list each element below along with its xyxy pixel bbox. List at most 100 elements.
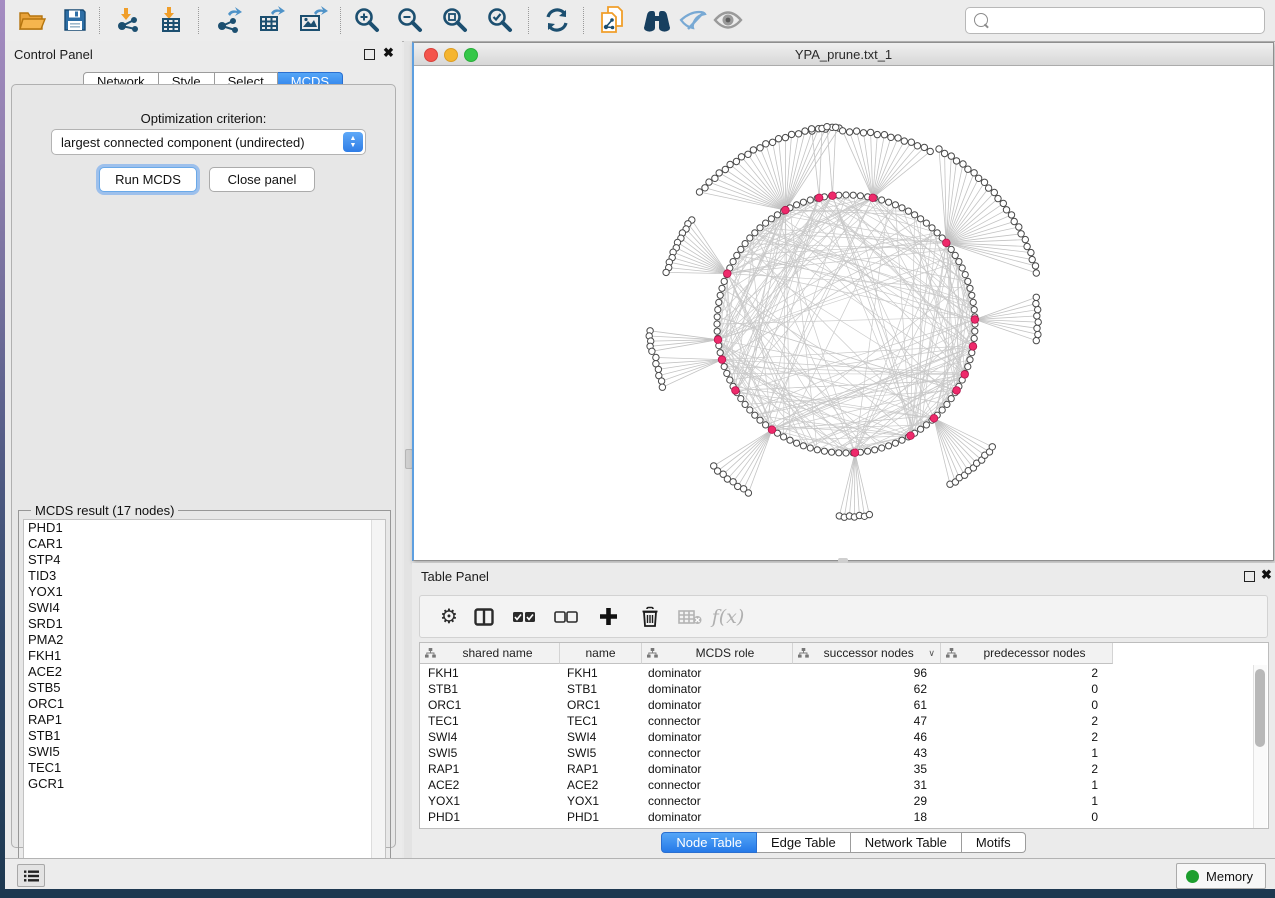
cell-MCDS-role[interactable]: dominator [640, 762, 790, 776]
mcds-list-scrollbar[interactable] [371, 520, 385, 876]
cell-successor-nodes[interactable]: 35 [790, 762, 937, 776]
function-builder-button-disabled[interactable]: f(x) [713, 602, 743, 632]
mcds-result-item[interactable]: CAR1 [24, 536, 385, 552]
mcds-result-list[interactable]: PHD1CAR1STP4TID3YOX1SWI4SRD1PMA2FKH1ACE2… [23, 519, 386, 877]
cell-predecessor-nodes[interactable]: 2 [937, 666, 1108, 680]
cell-shared-name[interactable]: RAP1 [420, 762, 559, 776]
cell-name[interactable]: ORC1 [559, 698, 640, 712]
cell-successor-nodes[interactable]: 18 [790, 810, 937, 824]
cell-shared-name[interactable]: FKH1 [420, 666, 559, 680]
tab-edge-table[interactable]: Edge Table [757, 832, 851, 853]
import-network-button[interactable] [111, 4, 145, 36]
search-input[interactable] [993, 12, 1258, 29]
table-options-button[interactable]: ⚙ [434, 602, 464, 632]
cell-MCDS-role[interactable]: connector [640, 714, 790, 728]
close-table-panel-icon[interactable]: ✖ [1261, 568, 1272, 582]
zoom-out-button[interactable] [393, 4, 427, 36]
show-task-history-button[interactable] [17, 864, 45, 887]
search-field[interactable] [965, 7, 1265, 34]
cell-shared-name[interactable]: SWI5 [420, 746, 559, 760]
cell-MCDS-role[interactable]: dominator [640, 698, 790, 712]
mcds-result-item[interactable]: SWI4 [24, 600, 385, 616]
mcds-result-item[interactable]: STB5 [24, 680, 385, 696]
mcds-result-item[interactable]: STP4 [24, 552, 385, 568]
apply-layout-button[interactable] [540, 4, 574, 36]
hide-selected-button[interactable] [676, 4, 710, 36]
cell-predecessor-nodes[interactable]: 0 [937, 698, 1108, 712]
network-canvas[interactable] [414, 66, 1271, 559]
network-graph[interactable] [414, 66, 1271, 559]
delete-column-button[interactable] [635, 602, 665, 632]
cell-successor-nodes[interactable]: 62 [790, 682, 937, 696]
deselect-all-columns-button[interactable] [551, 602, 581, 632]
table-row[interactable]: ORC1ORC1dominator610 [420, 697, 1268, 713]
cell-MCDS-role[interactable]: dominator [640, 810, 790, 824]
cell-successor-nodes[interactable]: 31 [790, 778, 937, 792]
table-row[interactable]: YOX1YOX1connector291 [420, 793, 1268, 809]
cell-predecessor-nodes[interactable]: 2 [937, 762, 1108, 776]
column-header-MCDS-role[interactable]: MCDS role [642, 643, 793, 664]
zoom-selected-button[interactable] [483, 4, 517, 36]
table-scrollbar[interactable] [1253, 665, 1267, 828]
cell-name[interactable]: STB1 [559, 682, 640, 696]
float-panel-icon[interactable] [364, 49, 375, 60]
cell-shared-name[interactable]: ORC1 [420, 698, 559, 712]
mcds-result-item[interactable]: GCR1 [24, 776, 385, 792]
cell-predecessor-nodes[interactable]: 1 [937, 778, 1108, 792]
column-header-successor-nodes[interactable]: successor nodes∨ [793, 643, 941, 664]
network-view-titlebar[interactable]: YPA_prune.txt_1 [414, 43, 1273, 66]
mcds-result-item[interactable]: RAP1 [24, 712, 385, 728]
run-mcds-button[interactable]: Run MCDS [99, 167, 197, 192]
zoom-fit-button[interactable] [438, 4, 472, 36]
mcds-result-item[interactable]: TID3 [24, 568, 385, 584]
create-column-button[interactable] [593, 602, 623, 632]
cell-successor-nodes[interactable]: 29 [790, 794, 937, 808]
cell-MCDS-role[interactable]: dominator [640, 666, 790, 680]
cell-successor-nodes[interactable]: 61 [790, 698, 937, 712]
cell-shared-name[interactable]: ACE2 [420, 778, 559, 792]
table-row[interactable]: SWI5SWI5connector431 [420, 745, 1268, 761]
mcds-result-item[interactable]: ACE2 [24, 664, 385, 680]
open-file-button[interactable] [15, 4, 49, 36]
table-scrollbar-thumb[interactable] [1255, 669, 1265, 747]
cell-name[interactable]: TEC1 [559, 714, 640, 728]
cell-successor-nodes[interactable]: 43 [790, 746, 937, 760]
cell-name[interactable]: SWI5 [559, 746, 640, 760]
tab-node-table[interactable]: Node Table [661, 832, 757, 853]
mcds-result-item[interactable]: PMA2 [24, 632, 385, 648]
mcds-result-item[interactable]: STB1 [24, 728, 385, 744]
cell-MCDS-role[interactable]: connector [640, 778, 790, 792]
cell-MCDS-role[interactable]: connector [640, 746, 790, 760]
cell-successor-nodes[interactable]: 46 [790, 730, 937, 744]
cell-predecessor-nodes[interactable]: 0 [937, 682, 1108, 696]
column-header-shared-name[interactable]: shared name [420, 643, 560, 664]
clone-network-button[interactable] [595, 4, 629, 36]
show-all-button[interactable] [711, 4, 745, 36]
mcds-result-item[interactable]: SRD1 [24, 616, 385, 632]
table-row[interactable]: FKH1FKH1dominator962 [420, 665, 1268, 681]
tab-motifs[interactable]: Motifs [962, 832, 1026, 853]
cell-MCDS-role[interactable]: dominator [640, 730, 790, 744]
cell-shared-name[interactable]: YOX1 [420, 794, 559, 808]
vertical-splitter[interactable] [404, 41, 412, 858]
delete-table-button-disabled[interactable] [675, 602, 705, 632]
first-neighbors-button[interactable] [640, 4, 674, 36]
cell-shared-name[interactable]: STB1 [420, 682, 559, 696]
optimization-criterion-select[interactable]: largest connected component (undirected)… [51, 129, 366, 155]
cell-successor-nodes[interactable]: 96 [790, 666, 937, 680]
export-network-button[interactable] [211, 4, 245, 36]
cell-name[interactable]: ACE2 [559, 778, 640, 792]
save-session-button[interactable] [58, 4, 92, 36]
cell-predecessor-nodes[interactable]: 1 [937, 746, 1108, 760]
cell-name[interactable]: PHD1 [559, 810, 640, 824]
column-header-name[interactable]: name [560, 643, 642, 664]
cell-MCDS-role[interactable]: dominator [640, 682, 790, 696]
cell-predecessor-nodes[interactable]: 2 [937, 714, 1108, 728]
memory-button[interactable]: Memory [1176, 863, 1266, 889]
table-row[interactable]: ACE2ACE2connector311 [420, 777, 1268, 793]
select-all-columns-button[interactable] [509, 602, 539, 632]
mcds-result-item[interactable]: FKH1 [24, 648, 385, 664]
cell-name[interactable]: RAP1 [559, 762, 640, 776]
table-row[interactable]: STB1STB1dominator620 [420, 681, 1268, 697]
mcds-result-item[interactable]: TEC1 [24, 760, 385, 776]
